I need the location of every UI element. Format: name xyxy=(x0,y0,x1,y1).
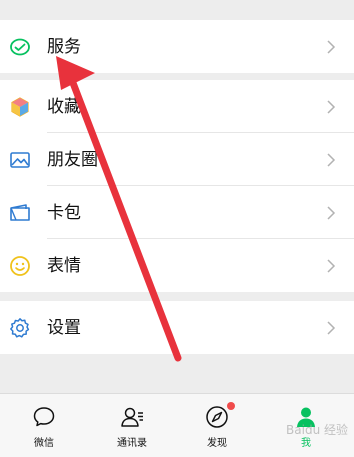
chevron-right-icon xyxy=(327,39,336,54)
chevron-right-icon xyxy=(327,205,336,220)
top-spacer xyxy=(0,0,354,20)
menu-item-favorites-label: 收藏 xyxy=(47,96,81,117)
menu-item-moments-label: 朋友圈 xyxy=(47,149,98,170)
menu-item-stickers-label: 表情 xyxy=(47,255,81,276)
card-wallet-icon xyxy=(10,203,30,221)
chat-bubble-icon xyxy=(33,407,55,427)
services-group: 服务 xyxy=(0,20,354,73)
menu-item-favorites[interactable]: 收藏 xyxy=(0,80,354,133)
tab-chats-label: 微信 xyxy=(34,438,54,449)
tab-contacts-label: 通讯录 xyxy=(117,438,147,449)
chevron-right-icon xyxy=(327,99,336,114)
gear-icon xyxy=(10,317,30,338)
tab-chats[interactable]: 微信 xyxy=(0,394,88,457)
smiley-icon xyxy=(10,255,30,276)
services-icon xyxy=(10,38,30,55)
notification-dot xyxy=(227,402,235,410)
menu-item-services[interactable]: 服务 xyxy=(0,20,354,73)
tab-discover[interactable]: 发现 xyxy=(173,394,261,457)
main-menu-group: 收藏 朋友圈 卡包 表情 xyxy=(0,80,354,292)
chevron-right-icon xyxy=(327,152,336,167)
menu-item-cards-label: 卡包 xyxy=(47,202,81,223)
tab-discover-label: 发现 xyxy=(207,438,227,449)
tab-contacts[interactable]: 通讯录 xyxy=(88,394,176,457)
picture-icon xyxy=(10,151,30,168)
menu-item-moments[interactable]: 朋友圈 xyxy=(0,133,354,186)
menu-item-settings-label: 设置 xyxy=(47,317,81,338)
menu-item-settings[interactable]: 设置 xyxy=(0,301,354,354)
chevron-right-icon xyxy=(327,258,336,273)
compass-icon xyxy=(206,406,228,428)
contacts-icon xyxy=(121,407,143,427)
menu-item-services-label: 服务 xyxy=(47,36,81,57)
chevron-right-icon xyxy=(327,320,336,335)
menu-item-stickers[interactable]: 表情 xyxy=(0,239,354,292)
favorites-cube-icon xyxy=(11,96,29,117)
settings-group: 设置 xyxy=(0,301,354,354)
menu-item-cards[interactable]: 卡包 xyxy=(0,186,354,239)
watermark: Baidu 经验 xyxy=(286,423,348,437)
